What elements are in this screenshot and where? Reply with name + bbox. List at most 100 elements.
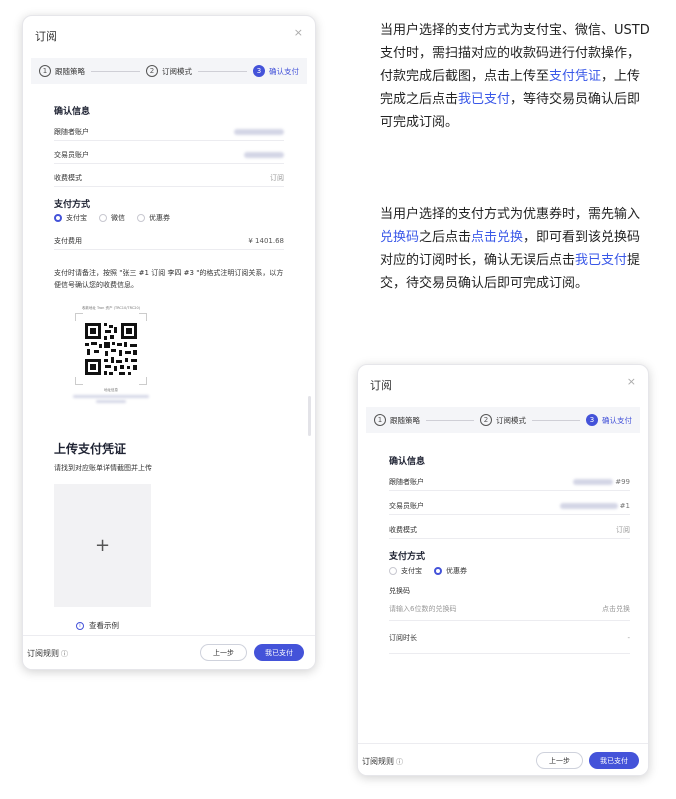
radio-label: 支付宝 bbox=[66, 214, 87, 222]
confirm-info-title: 确认信息 bbox=[54, 107, 91, 117]
paid-link: 我已支付 bbox=[575, 253, 628, 268]
radio-alipay[interactable]: 支付宝 bbox=[389, 566, 422, 576]
fee-mode-label: 收费模式 bbox=[389, 526, 417, 534]
qr-address-blurred bbox=[73, 395, 149, 403]
radio-dot bbox=[137, 214, 145, 222]
subscription-duration-label: 订阅时长 bbox=[389, 634, 417, 642]
payment-instructions: 当用户选择的支付方式为支付宝、微信、USTD支付时，需扫描对应的收款码进行付款操… bbox=[380, 19, 650, 134]
trader-account-row: 交易员账户 bbox=[54, 150, 284, 164]
help-circle-icon: ⓘ bbox=[396, 757, 403, 766]
follower-name-blurred bbox=[573, 479, 614, 485]
step-divider bbox=[198, 70, 247, 72]
upload-voucher-dropzone[interactable]: + bbox=[54, 484, 151, 607]
confirm-info-title: 确认信息 bbox=[389, 457, 426, 467]
payment-method-group: 支付宝 微信 优惠券 bbox=[54, 213, 170, 223]
instruction-text: 当用户选择的支付方式为优惠券时，需先输入 bbox=[380, 207, 641, 222]
subscribe-dialog-coupon: 订阅 × 1 跟随策略 2 订阅模式 3 确认支付 确认信息 跟随者账户 #99… bbox=[357, 364, 649, 776]
trader-account-value: #1 bbox=[559, 502, 630, 510]
prev-step-button[interactable]: 上一步 bbox=[536, 752, 583, 769]
radio-wechat[interactable]: 微信 bbox=[99, 213, 125, 223]
step-1: 1 跟随策略 bbox=[374, 414, 420, 426]
payment-method-group: 支付宝 优惠券 bbox=[389, 566, 467, 576]
qr-code bbox=[75, 313, 147, 385]
qr-caption-top: 收款地址 Tron 资产 (TRC10/TRC20) bbox=[81, 306, 141, 310]
radio-label: 支付宝 bbox=[401, 567, 422, 575]
view-example-label: 查看示例 bbox=[89, 621, 119, 630]
fee-mode-label: 收费模式 bbox=[54, 174, 82, 182]
coupon-instructions: 当用户选择的支付方式为优惠券时，需先输入兑换码之后点击点击兑换，即可看到该兑换码… bbox=[380, 203, 650, 295]
radio-coupon[interactable]: 优惠券 bbox=[137, 213, 170, 223]
follower-account-label: 跟随者账户 bbox=[389, 478, 424, 486]
step-1: 1 跟随策略 bbox=[39, 65, 85, 77]
help-circle-icon: ⓘ bbox=[61, 649, 68, 658]
qr-corner bbox=[75, 313, 83, 321]
fee-mode-value: 订阅 bbox=[270, 174, 284, 182]
trader-name-blurred bbox=[559, 503, 618, 509]
voucher-link: 支付凭证 bbox=[549, 69, 602, 84]
redeem-button[interactable]: 点击兑换 bbox=[602, 604, 630, 614]
fee-mode-row: 收费模式 订阅 bbox=[54, 173, 284, 187]
radio-label: 优惠券 bbox=[149, 214, 170, 222]
trader-account-row: 交易员账户 #1 bbox=[389, 501, 630, 515]
view-example-link[interactable]: i 查看示例 bbox=[76, 620, 119, 631]
subscribe-dialog-payment: 订阅 × 1 跟随策略 2 订阅模式 3 确认支付 确认信息 跟随者账户 交易员… bbox=[22, 15, 316, 670]
redeem-link: 点击兑换 bbox=[471, 230, 524, 245]
subscription-duration-row: 订阅时长 - bbox=[389, 633, 630, 654]
trader-account-label: 交易员账户 bbox=[54, 151, 89, 159]
subscription-rules-link[interactable]: 订阅规则 ⓘ bbox=[362, 756, 403, 767]
close-icon[interactable]: × bbox=[294, 26, 303, 39]
payment-method-title: 支付方式 bbox=[389, 552, 426, 562]
step-number: 2 bbox=[480, 414, 492, 426]
radio-label: 优惠券 bbox=[446, 567, 467, 575]
follower-account-suffix: #99 bbox=[615, 478, 630, 486]
qr-code-icon bbox=[85, 323, 137, 375]
dialog-footer: 订阅规则 ⓘ 上一步 我已支付 bbox=[23, 635, 315, 669]
dialog-footer: 订阅规则 ⓘ 上一步 我已支付 bbox=[358, 743, 648, 775]
step-number: 2 bbox=[146, 65, 158, 77]
paid-button[interactable]: 我已支付 bbox=[589, 752, 639, 769]
subscription-rules-link[interactable]: 订阅规则 ⓘ bbox=[27, 648, 68, 659]
step-number: 1 bbox=[39, 65, 51, 77]
redeem-code-input[interactable]: 请输入6位数的兑换码 bbox=[389, 604, 456, 614]
dialog-title: 订阅 bbox=[35, 30, 57, 43]
follower-account-row: 跟随者账户 bbox=[54, 127, 284, 141]
fee-mode-value: 订阅 bbox=[616, 526, 630, 534]
redeem-code-label: 兑换码 bbox=[389, 587, 410, 595]
step-label: 跟随策略 bbox=[55, 66, 85, 76]
plus-icon: + bbox=[94, 535, 111, 556]
radio-label: 微信 bbox=[111, 214, 125, 222]
payment-method-title: 支付方式 bbox=[54, 200, 91, 210]
fee-mode-row: 收费模式 订阅 bbox=[389, 525, 630, 539]
follower-account-row: 跟随者账户 #99 bbox=[389, 477, 630, 491]
step-divider bbox=[532, 419, 580, 421]
step-number: 3 bbox=[586, 414, 598, 426]
qr-corner bbox=[75, 377, 83, 385]
trader-account-value-blurred bbox=[244, 152, 284, 158]
step-divider bbox=[426, 419, 474, 421]
qr-caption-bottom: 地址信息 bbox=[104, 388, 118, 392]
rules-label: 订阅规则 bbox=[362, 757, 394, 766]
info-icon: i bbox=[76, 621, 84, 630]
subscription-duration-value: - bbox=[627, 634, 630, 642]
address-line bbox=[96, 400, 126, 403]
step-number: 3 bbox=[253, 65, 265, 77]
dialog-title: 订阅 bbox=[370, 379, 392, 392]
step-label: 订阅模式 bbox=[496, 415, 526, 425]
prev-step-button[interactable]: 上一步 bbox=[200, 644, 247, 661]
stepper: 1 跟随策略 2 订阅模式 3 确认支付 bbox=[31, 58, 307, 84]
radio-coupon[interactable]: 优惠券 bbox=[434, 566, 467, 576]
scrollbar-thumb[interactable] bbox=[308, 396, 311, 436]
payment-fee-row: 支付费用 ¥ 1401.68 bbox=[54, 236, 284, 250]
close-icon[interactable]: × bbox=[627, 375, 636, 388]
radio-dot bbox=[54, 214, 62, 222]
paid-button[interactable]: 我已支付 bbox=[254, 644, 304, 661]
upload-voucher-subtitle: 请找到对应账单详情截图并上传 bbox=[54, 464, 152, 472]
radio-alipay[interactable]: 支付宝 bbox=[54, 213, 87, 223]
qr-corner bbox=[139, 313, 147, 321]
stepper: 1 跟随策略 2 订阅模式 3 确认支付 bbox=[366, 407, 640, 433]
qr-corner bbox=[139, 377, 147, 385]
rules-label: 订阅规则 bbox=[27, 649, 59, 658]
step-label: 订阅模式 bbox=[162, 66, 192, 76]
step-label: 确认支付 bbox=[269, 66, 299, 76]
redeem-code-link: 兑换码 bbox=[380, 230, 420, 245]
